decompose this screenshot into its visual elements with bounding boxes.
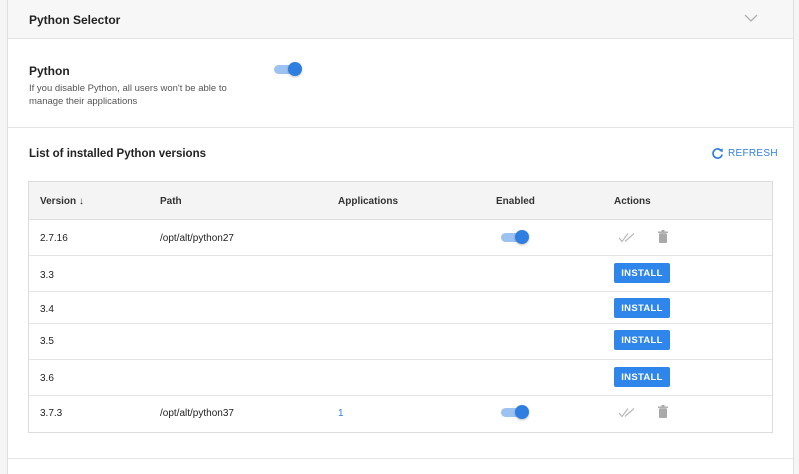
version-enable-toggle[interactable]	[501, 230, 529, 244]
panel-header[interactable]: Python Selector	[8, 0, 793, 39]
toggle-knob	[515, 405, 529, 419]
applications-count-link[interactable]: 1	[338, 408, 344, 419]
toggle-knob	[288, 62, 302, 76]
python-description: If you disable Python, all users won't b…	[29, 83, 227, 107]
version-cell: 3.4	[40, 304, 54, 315]
trash-icon[interactable]	[658, 405, 668, 418]
python-enable-toggle[interactable]	[274, 62, 302, 76]
table-row: 3.4 INSTALL	[29, 292, 772, 324]
panel-title: Python Selector	[29, 13, 121, 27]
python-label: Python	[29, 64, 70, 78]
column-enabled: Enabled	[496, 196, 535, 207]
table-row: 2.7.16 /opt/alt/python27	[29, 220, 772, 256]
version-cell: 3.7.3	[40, 408, 63, 419]
column-applications: Applications	[338, 196, 399, 207]
column-version[interactable]: Version ↓	[40, 196, 84, 207]
python-selector-panel: Python Selector Python If you disable Py…	[7, 0, 794, 474]
toggle-knob	[515, 230, 529, 244]
table-header: Version ↓ Path Applications Enabled Acti…	[29, 182, 772, 220]
trash-icon[interactable]	[658, 230, 668, 243]
installed-versions-title: List of installed Python versions	[29, 148, 207, 160]
table-row: 3.7.3 /opt/alt/python37 1	[29, 396, 772, 431]
double-check-icon[interactable]	[618, 232, 636, 243]
python-toggle-section: Python If you disable Python, all users …	[8, 39, 793, 128]
install-button[interactable]: INSTALL	[614, 367, 670, 387]
path-cell: /opt/alt/python37	[160, 408, 234, 419]
refresh-label: REFRESH	[728, 148, 778, 159]
version-cell: 3.5	[40, 336, 54, 347]
section-divider	[8, 458, 793, 459]
python-versions-table: Version ↓ Path Applications Enabled Acti…	[28, 181, 773, 433]
table-row: 3.3 INSTALL	[29, 256, 772, 292]
install-button[interactable]: INSTALL	[614, 330, 670, 350]
column-actions: Actions	[614, 196, 651, 207]
version-cell: 3.3	[40, 270, 54, 281]
version-cell: 2.7.16	[40, 233, 68, 244]
path-cell: /opt/alt/python27	[160, 233, 234, 244]
version-cell: 3.6	[40, 373, 54, 384]
install-button[interactable]: INSTALL	[614, 298, 670, 318]
column-path: Path	[160, 196, 182, 207]
install-button[interactable]: INSTALL	[614, 263, 670, 283]
table-row: 3.6 INSTALL	[29, 360, 772, 396]
chevron-down-icon[interactable]	[743, 11, 759, 25]
refresh-icon	[712, 148, 723, 159]
version-enable-toggle[interactable]	[501, 405, 529, 419]
table-row: 3.5 INSTALL	[29, 324, 772, 360]
double-check-icon[interactable]	[618, 407, 636, 418]
